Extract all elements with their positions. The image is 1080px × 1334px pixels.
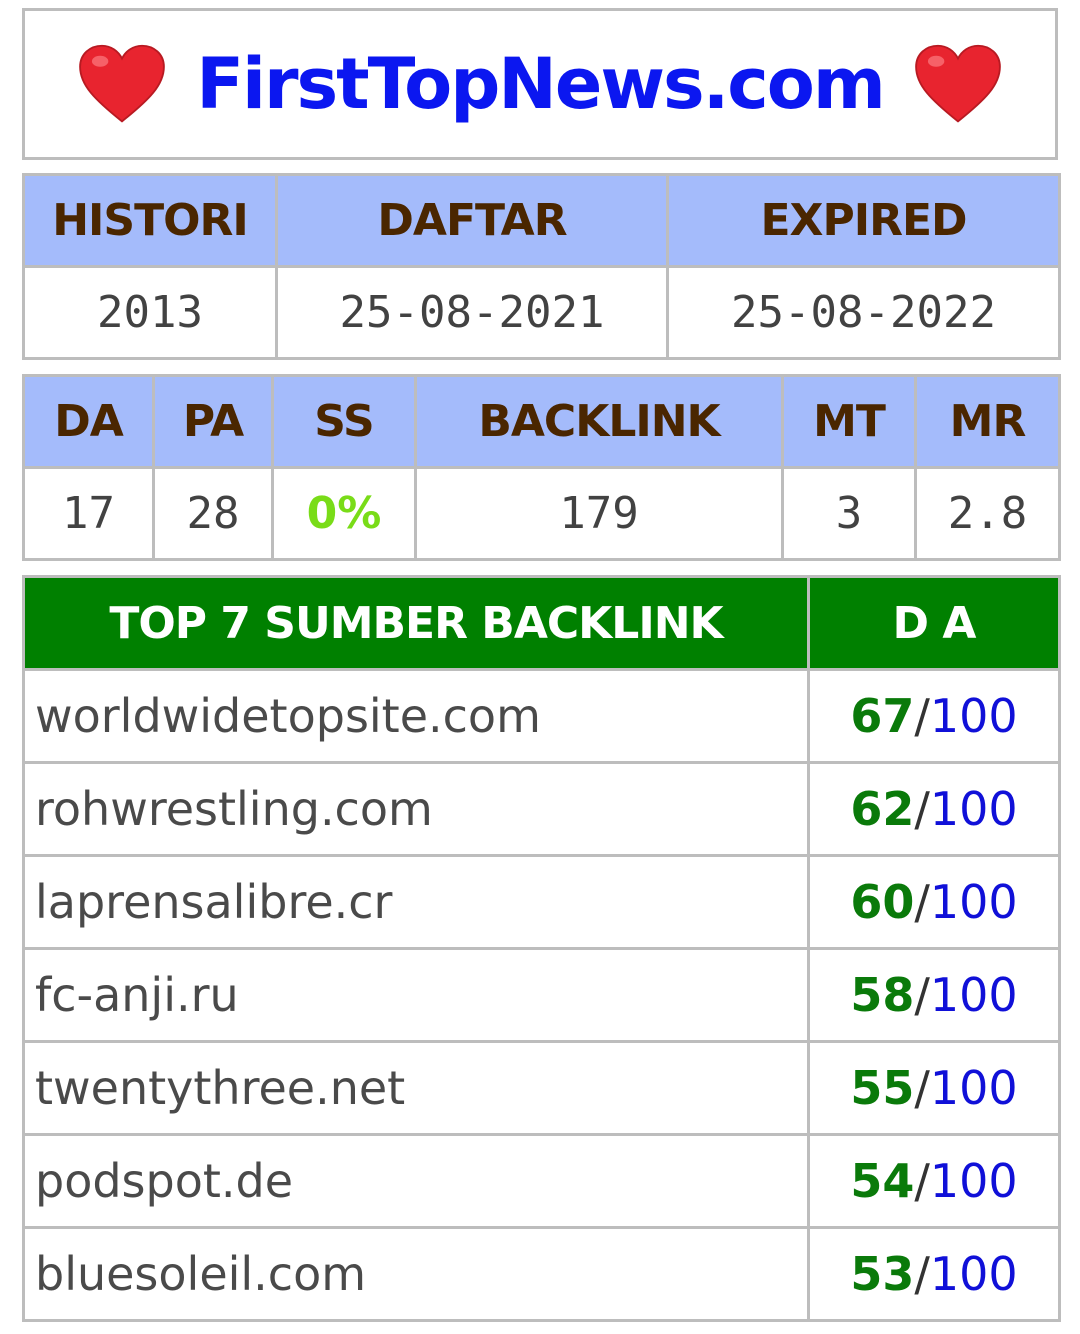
backlink-da-score: 60/100 xyxy=(807,854,1061,950)
ss-value: 0% xyxy=(271,466,417,561)
backlink-da-score: 58/100 xyxy=(807,947,1061,1043)
backlink-domain[interactable]: twentythree.net xyxy=(22,1040,810,1136)
da-score-separator: / xyxy=(914,1154,930,1208)
da-score-separator: / xyxy=(914,968,930,1022)
backlink-header: BACKLINK xyxy=(414,374,784,469)
da-score-max: 100 xyxy=(929,875,1018,929)
da-score-max: 100 xyxy=(929,1247,1018,1301)
domain-info-table: HISTORI DAFTAR EXPIRED 2013 25-08-2021 2… xyxy=(22,173,1061,360)
backlink-domain[interactable]: bluesoleil.com xyxy=(22,1226,810,1322)
backlink-da-score: 67/100 xyxy=(807,668,1061,764)
heart-icon xyxy=(914,44,1001,123)
table-row: laprensalibre.cr 60/100 xyxy=(22,854,1061,950)
da-score-max: 100 xyxy=(929,1061,1018,1115)
ss-header: SS xyxy=(271,374,417,469)
backlink-domain[interactable]: fc-anji.ru xyxy=(22,947,810,1043)
da-score-value: 60 xyxy=(850,875,915,929)
pa-value: 28 xyxy=(152,466,274,561)
seo-stats-table: DA PA SS BACKLINK MT MR 17 28 0% 179 3 2… xyxy=(22,374,1061,561)
table-row: twentythree.net 55/100 xyxy=(22,1040,1061,1136)
da-score-max: 100 xyxy=(929,1154,1018,1208)
source-header: TOP 7 SUMBER BACKLINK xyxy=(22,575,810,671)
heart-icon xyxy=(79,44,166,123)
da-score-value: 54 xyxy=(850,1154,915,1208)
da-score-value: 55 xyxy=(850,1061,915,1115)
backlink-domain[interactable]: rohwrestling.com xyxy=(22,761,810,857)
da-header: DA xyxy=(22,374,155,469)
table-row: fc-anji.ru 58/100 xyxy=(22,947,1061,1043)
page: FirstTopNews.com HISTORI DAFTAR EXPIRED … xyxy=(0,0,1080,1334)
da-score-separator: / xyxy=(914,875,930,929)
daftar-header: DAFTAR xyxy=(275,173,669,268)
backlink-domain[interactable]: worldwidetopsite.com xyxy=(22,668,810,764)
table-row: podspot.de 54/100 xyxy=(22,1133,1061,1229)
da-score-value: 53 xyxy=(850,1247,915,1301)
backlink-da-score: 55/100 xyxy=(807,1040,1061,1136)
pa-header: PA xyxy=(152,374,274,469)
mt-header: MT xyxy=(781,374,917,469)
da-score-value: 58 xyxy=(850,968,915,1022)
mr-value: 2.8 xyxy=(914,466,1061,561)
da-score-separator: / xyxy=(914,689,930,743)
mt-value: 3 xyxy=(781,466,917,561)
da-value: 17 xyxy=(22,466,155,561)
backlink-da-score: 62/100 xyxy=(807,761,1061,857)
expired-header: EXPIRED xyxy=(666,173,1061,268)
da-score-max: 100 xyxy=(929,968,1018,1022)
daftar-value: 25-08-2021 xyxy=(275,265,669,360)
da-score-separator: / xyxy=(914,1247,930,1301)
mr-header: MR xyxy=(914,374,1061,469)
site-title[interactable]: FirstTopNews.com xyxy=(196,43,886,125)
histori-value: 2013 xyxy=(22,265,278,360)
da-score-max: 100 xyxy=(929,782,1018,836)
table-row: rohwrestling.com 62/100 xyxy=(22,761,1061,857)
histori-header: HISTORI xyxy=(22,173,278,268)
domain-info-header-row: HISTORI DAFTAR EXPIRED xyxy=(22,173,1061,268)
backlink-da-score: 53/100 xyxy=(807,1226,1061,1322)
da-score-value: 67 xyxy=(850,689,915,743)
da-score-separator: / xyxy=(914,1061,930,1115)
seo-stats-value-row: 17 28 0% 179 3 2.8 xyxy=(22,466,1061,561)
backlink-value: 179 xyxy=(414,466,784,561)
da-score-max: 100 xyxy=(929,689,1018,743)
backlink-da-score: 54/100 xyxy=(807,1133,1061,1229)
table-row: bluesoleil.com 53/100 xyxy=(22,1226,1061,1322)
backlink-domain[interactable]: laprensalibre.cr xyxy=(22,854,810,950)
domain-info-value-row: 2013 25-08-2021 25-08-2022 xyxy=(22,265,1061,360)
da-column-header: D A xyxy=(807,575,1061,671)
backlink-domain[interactable]: podspot.de xyxy=(22,1133,810,1229)
backlink-sources-table: TOP 7 SUMBER BACKLINK D A worldwidetopsi… xyxy=(22,575,1061,1322)
expired-value: 25-08-2022 xyxy=(666,265,1061,360)
backlink-header-row: TOP 7 SUMBER BACKLINK D A xyxy=(22,575,1061,671)
da-score-separator: / xyxy=(914,782,930,836)
table-row: worldwidetopsite.com 67/100 xyxy=(22,668,1061,764)
seo-stats-header-row: DA PA SS BACKLINK MT MR xyxy=(22,374,1061,469)
da-score-value: 62 xyxy=(850,782,915,836)
title-box: FirstTopNews.com xyxy=(22,8,1058,160)
